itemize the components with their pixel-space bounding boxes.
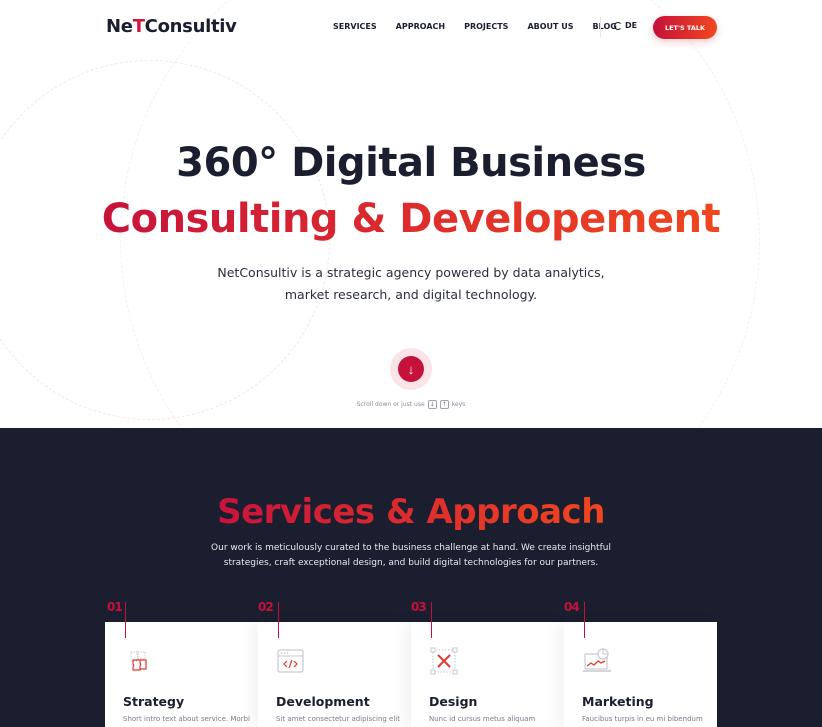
code-window-icon [277, 649, 304, 673]
card-text: Short intro text about service. Morbi [123, 715, 250, 723]
card-text: Sit amet consectetur adipiscing elit [276, 715, 401, 723]
key-down-icon: ↓ [427, 400, 437, 409]
hero-section: NeTConsultiv SERVICES APPROACH PROJECTS … [0, 0, 822, 428]
nav-link-about-us[interactable]: ABOUT US [527, 22, 573, 31]
card-accent-line [125, 602, 126, 638]
card-accent-line [431, 602, 432, 638]
card-accent-line [584, 602, 585, 638]
nav-link-projects[interactable]: PROJECTS [464, 22, 508, 31]
service-card-marketing[interactable]: 04 Marketing Faucibus turpis in eu mi bi… [564, 600, 717, 727]
service-card-development[interactable]: 02 Development Sit amet consectetur adip… [258, 600, 411, 727]
nav-link-approach[interactable]: APPROACH [396, 22, 445, 31]
scroll-hint: Scroll down or just use ↓ ↑ keys [356, 400, 466, 409]
card-title: Design [429, 694, 478, 709]
nav-links: SERVICES APPROACH PROJECTS ABOUT US BLOG [333, 22, 636, 31]
card-accent-line [278, 602, 279, 638]
logo[interactable]: NeTConsultiv [106, 16, 237, 37]
service-cards: 01 Strategy Short intro text about servi… [105, 600, 717, 727]
card-number: 03 [411, 600, 427, 614]
language-switcher[interactable]: DE [614, 21, 637, 30]
card-number: 01 [107, 600, 123, 614]
top-navigation: NeTConsultiv SERVICES APPROACH PROJECTS … [0, 0, 822, 56]
design-tools-icon [430, 647, 458, 675]
service-card-design[interactable]: 03 Design Nunc id cursus metus aliquam [411, 600, 564, 727]
scroll-down-button[interactable]: ↓ [398, 356, 424, 382]
services-title: Services & Approach [217, 492, 605, 532]
card-text: Nunc id cursus metus aliquam [429, 715, 536, 723]
services-subtitle: Our work is meticulously curated to the … [211, 543, 611, 568]
card-title: Development [276, 694, 370, 709]
card-title: Marketing [582, 694, 654, 709]
card-number: 04 [564, 600, 580, 614]
puzzle-icon [130, 651, 147, 671]
globe-icon [614, 21, 622, 30]
lets-talk-button[interactable]: LET'S TALK [653, 16, 717, 39]
arrow-down-icon: ↓ [407, 361, 415, 377]
nav-divider [600, 17, 601, 37]
hero-title-line1: 360° Digital Business [176, 140, 646, 186]
service-card-strategy[interactable]: 01 Strategy Short intro text about servi… [105, 600, 258, 727]
key-up-icon: ↑ [439, 400, 449, 409]
hero-subtitle: NetConsultiv is a strategic agency power… [217, 265, 605, 302]
nav-link-services[interactable]: SERVICES [333, 22, 377, 31]
language-label: DE [625, 21, 638, 30]
card-text: Faucibus turpis in eu mi bibendum [582, 715, 703, 723]
analytics-laptop-icon [583, 648, 611, 672]
hero-title-line2: Consulting & Developement [101, 196, 721, 242]
card-number: 02 [258, 600, 274, 614]
services-section: Services & Approach Our work is meticulo… [0, 428, 822, 727]
card-title: Strategy [123, 694, 185, 709]
